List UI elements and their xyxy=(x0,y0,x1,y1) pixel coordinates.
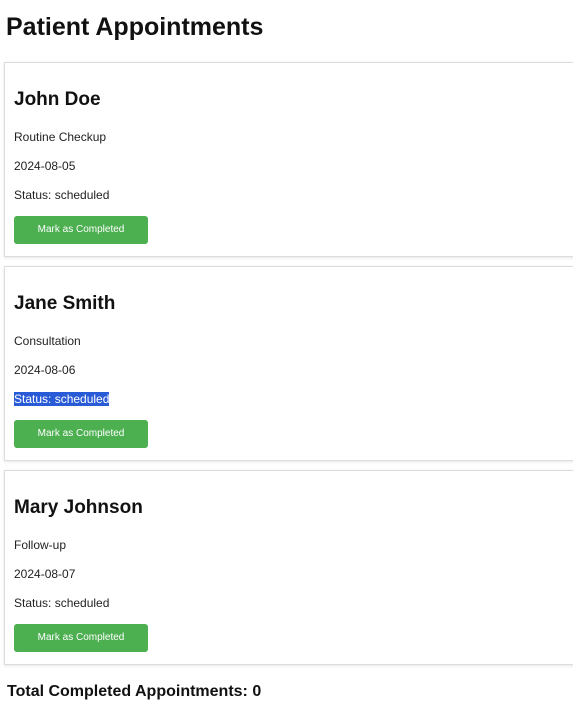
appointment-card: John Doe Routine Checkup 2024-08-05 Stat… xyxy=(4,62,573,257)
patient-name: Mary Johnson xyxy=(14,497,143,518)
appointment-type: Consultation xyxy=(14,334,81,348)
mark-completed-button[interactable]: Mark as Completed xyxy=(14,216,148,244)
appointment-date: 2024-08-07 xyxy=(14,567,76,581)
appointment-date: 2024-08-06 xyxy=(14,363,76,377)
appointment-card: Mary Johnson Follow-up 2024-08-07 Status… xyxy=(4,470,573,665)
total-completed-count: Total Completed Appointments: 0 xyxy=(7,683,262,700)
appointment-status-line: Status: scheduled xyxy=(14,392,573,407)
mark-completed-button[interactable]: Mark as Completed xyxy=(14,624,148,652)
appointment-status-selected: Status: scheduled xyxy=(14,392,110,406)
appointment-list: John Doe Routine Checkup 2024-08-05 Stat… xyxy=(4,62,573,674)
patient-name: John Doe xyxy=(14,89,101,110)
appointment-card: Jane Smith Consultation 2024-08-06 Statu… xyxy=(4,266,573,461)
appointment-date: 2024-08-05 xyxy=(14,159,76,173)
mark-completed-button[interactable]: Mark as Completed xyxy=(14,420,148,448)
appointments-page: Patient Appointments John Doe Routine Ch… xyxy=(0,0,573,721)
appointment-status: Status: scheduled xyxy=(14,596,110,610)
appointment-status: Status: scheduled xyxy=(14,188,110,202)
appointment-type: Routine Checkup xyxy=(14,130,107,144)
patient-name: Jane Smith xyxy=(14,293,116,314)
page-title: Patient Appointments xyxy=(6,13,264,41)
appointment-type: Follow-up xyxy=(14,538,67,552)
